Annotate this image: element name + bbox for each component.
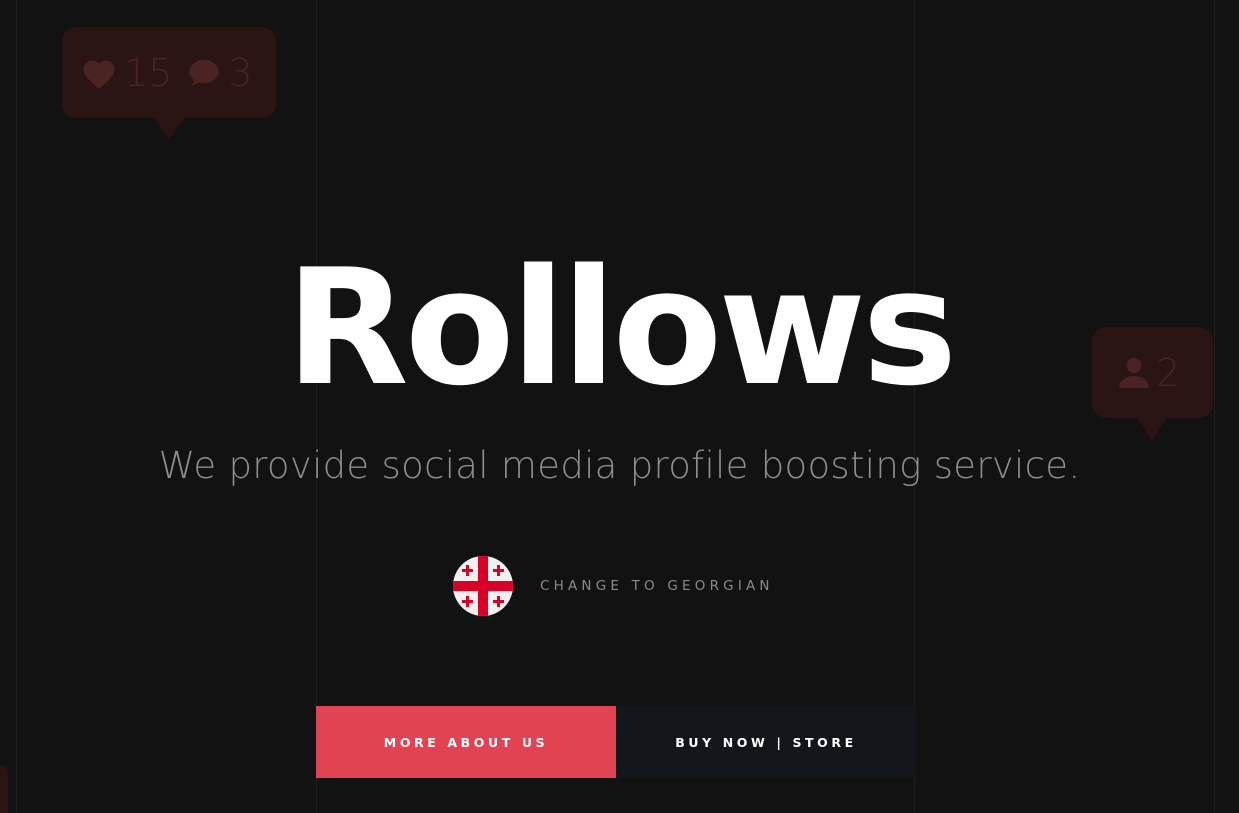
buy-now-store-button[interactable]: BUY NOW | STORE <box>616 706 916 778</box>
page-subtitle: We provide social media profile boosting… <box>158 444 1081 487</box>
more-about-us-button[interactable]: MORE ABOUT US <box>316 706 616 778</box>
likes-count: 15 <box>124 50 173 95</box>
heart-icon <box>83 60 115 89</box>
hero-section: 15 3 2 Rollows We provide social media p… <box>0 0 1239 813</box>
comment-icon <box>189 59 219 86</box>
page-title: Rollows <box>285 234 958 421</box>
edge-bubble <box>0 765 8 813</box>
likes-comments-bubble: 15 3 <box>62 27 276 140</box>
change-language-label: CHANGE TO GEORGIAN <box>540 578 774 594</box>
georgia-flag-icon <box>453 556 513 616</box>
change-language-link[interactable]: CHANGE TO GEORGIAN <box>453 556 774 616</box>
comments-count: 3 <box>228 50 253 95</box>
